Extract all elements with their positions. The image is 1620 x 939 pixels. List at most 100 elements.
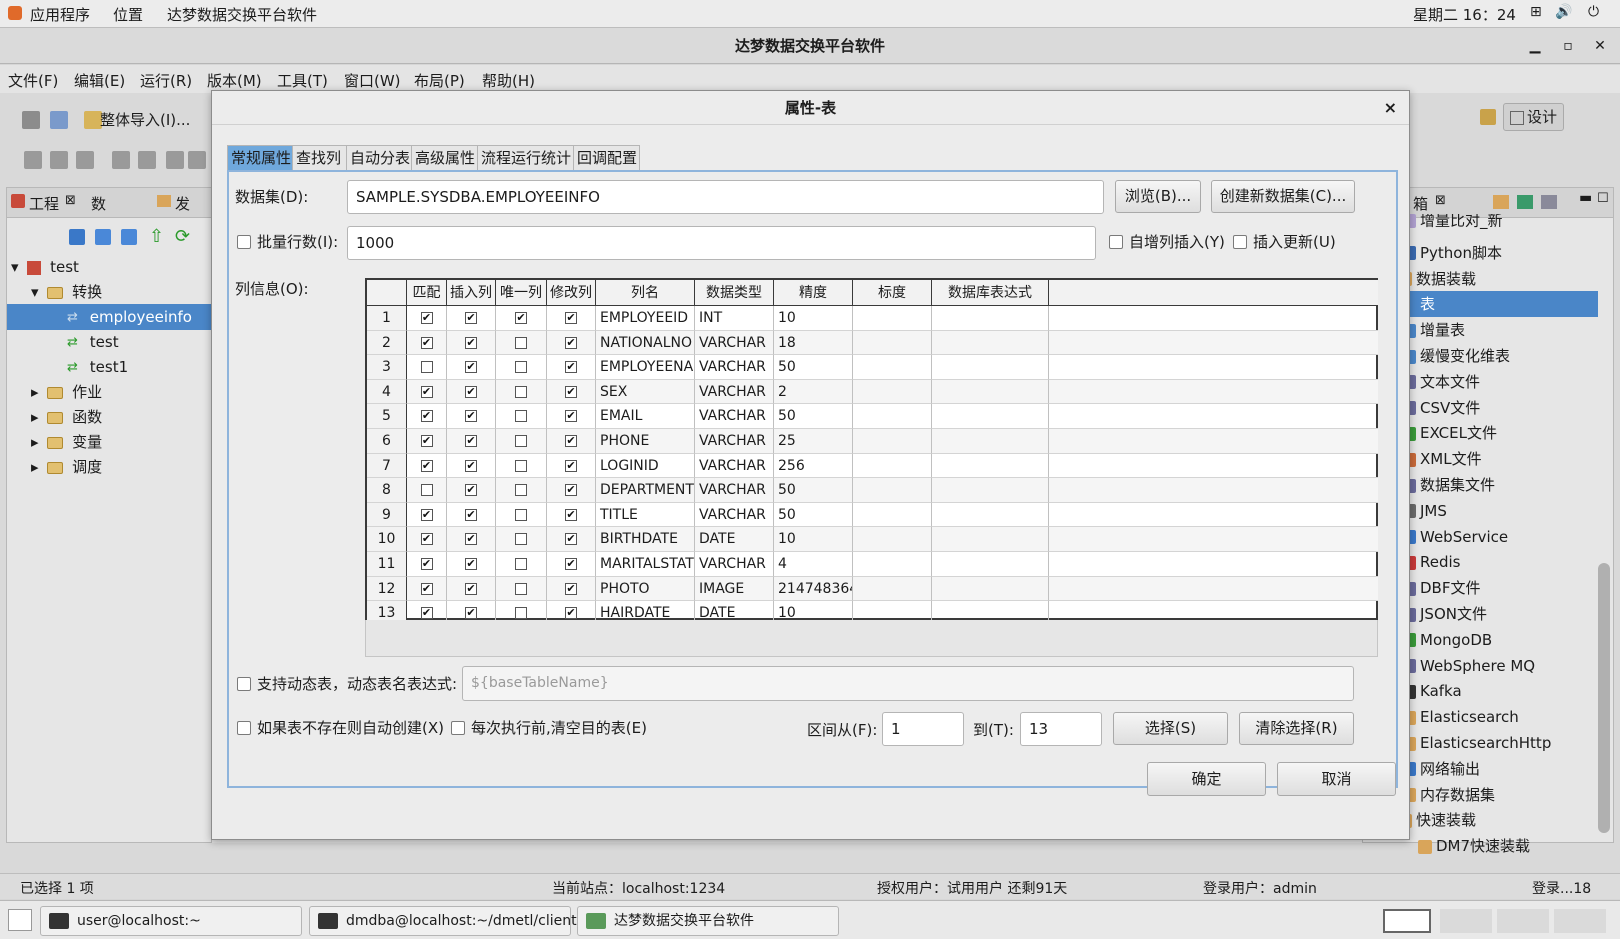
batch-rows-checkbox[interactable] xyxy=(237,234,251,249)
checked-icon[interactable]: ✔ xyxy=(465,435,477,447)
checked-icon[interactable]: ✔ xyxy=(465,336,477,349)
unchecked-icon[interactable] xyxy=(515,336,527,349)
cell-expr[interactable] xyxy=(932,527,1049,552)
cell-modify-checkbox[interactable]: ✔ xyxy=(547,404,596,429)
volume-icon[interactable]: 🔊 xyxy=(1555,4,1572,20)
cell-unique-checkbox[interactable] xyxy=(496,355,547,380)
checked-icon[interactable]: ✔ xyxy=(420,582,433,595)
cell-data-type[interactable]: VARCHAR xyxy=(695,502,774,528)
cell-data-type[interactable]: DATE xyxy=(695,527,774,552)
menu-window[interactable]: 窗口(W) xyxy=(344,70,401,91)
cell-insert-checkbox[interactable]: ✔ xyxy=(447,355,496,380)
cell-precision[interactable]: 2 xyxy=(774,379,853,405)
unchecked-icon[interactable] xyxy=(515,558,527,570)
header-data-type[interactable]: 数据类型 xyxy=(695,280,774,306)
checked-icon[interactable]: ✔ xyxy=(565,361,577,374)
upload-icon[interactable]: ⇧ xyxy=(149,226,164,247)
collapse-icon[interactable]: ▸ xyxy=(31,408,39,426)
cell-expr[interactable] xyxy=(932,306,1049,331)
checked-icon[interactable]: ✔ xyxy=(420,558,433,570)
dynamic-table-checkbox[interactable] xyxy=(237,676,251,691)
unchecked-icon[interactable] xyxy=(515,435,527,447)
cell-scale[interactable] xyxy=(853,576,932,602)
places-menu[interactable]: 位置 xyxy=(113,4,143,25)
row-number[interactable]: 10 xyxy=(367,527,407,552)
toolbox-item-websphere-mq[interactable]: WebSphere MQ xyxy=(1402,653,1535,679)
cell-column-name[interactable]: MARITALSTATI xyxy=(596,552,695,577)
checked-icon[interactable]: ✔ xyxy=(565,385,577,398)
checked-icon[interactable]: ✔ xyxy=(565,607,577,620)
close-icon[interactable]: × xyxy=(1384,91,1397,125)
apps-menu[interactable]: 应用程序 xyxy=(30,4,90,25)
checked-icon[interactable]: ✔ xyxy=(565,533,577,546)
cell-expr[interactable] xyxy=(932,502,1049,528)
toolbox-item-webservice[interactable]: WebService xyxy=(1402,524,1508,550)
minimize-panel-icon[interactable]: ▬ xyxy=(1579,190,1592,206)
cell-data-type[interactable]: VARCHAR xyxy=(695,478,774,503)
layout-icon[interactable] xyxy=(1480,109,1496,125)
checked-icon[interactable]: ✔ xyxy=(565,410,577,423)
toolbox-item-csv[interactable]: CSV文件 xyxy=(1402,395,1480,421)
checked-icon[interactable]: ✔ xyxy=(465,558,477,570)
task-dm-etl[interactable]: 达梦数据交换平台软件 xyxy=(577,906,839,936)
cell-column-name[interactable]: DEPARTMENT xyxy=(596,478,695,503)
cell-match-checkbox[interactable]: ✔ xyxy=(407,330,447,356)
cell-unique-checkbox[interactable] xyxy=(496,478,547,503)
checked-icon[interactable]: ✔ xyxy=(465,533,477,546)
cell-precision[interactable]: 256 xyxy=(774,453,853,479)
cell-match-checkbox[interactable]: ✔ xyxy=(407,453,447,479)
workspace-4[interactable] xyxy=(1554,909,1606,933)
toolbox-item-network-output[interactable]: 网络输出 xyxy=(1402,756,1480,782)
close-tab-icon[interactable]: ⊠ xyxy=(1435,193,1446,208)
apps-menu-icon[interactable] xyxy=(8,6,22,20)
align-middle-icon[interactable] xyxy=(138,151,156,169)
checked-icon[interactable]: ✔ xyxy=(465,459,477,472)
checked-icon[interactable]: ✔ xyxy=(420,312,433,324)
header-scale[interactable]: 标度 xyxy=(853,280,932,306)
checked-icon[interactable]: ✔ xyxy=(465,508,477,521)
tree-node-transform[interactable]: ▾ 转换 xyxy=(31,279,102,305)
checked-icon[interactable]: ✔ xyxy=(420,508,433,521)
cell-unique-checkbox[interactable] xyxy=(496,527,547,552)
cell-insert-checkbox[interactable]: ✔ xyxy=(447,330,496,356)
cell-expr[interactable] xyxy=(932,355,1049,380)
workspace-3[interactable] xyxy=(1497,909,1549,933)
clock[interactable]: 星期二 16：24 xyxy=(1413,4,1516,25)
toolbox-item-json[interactable]: JSON文件 xyxy=(1402,601,1487,627)
tab-publish[interactable]: 发 xyxy=(175,193,190,214)
cell-modify-checkbox[interactable]: ✔ xyxy=(547,453,596,479)
settings-icon[interactable] xyxy=(1541,195,1557,209)
cell-insert-checkbox[interactable]: ✔ xyxy=(447,306,496,331)
cell-modify-checkbox[interactable]: ✔ xyxy=(547,527,596,552)
cell-expr[interactable] xyxy=(932,478,1049,503)
batch-rows-field[interactable]: 1000 xyxy=(347,226,1096,260)
tree-node-functions[interactable]: ▸ 函数 xyxy=(31,404,102,430)
maximize-panel-icon[interactable]: ☐ xyxy=(1597,191,1609,206)
cell-precision[interactable]: 50 xyxy=(774,502,853,528)
show-desktop-icon[interactable] xyxy=(8,909,32,931)
auto-increment-checkbox[interactable] xyxy=(1109,234,1123,249)
tab-auto-partition[interactable]: 自动分表 xyxy=(346,145,412,171)
truncate-checkbox-row[interactable]: 每次执行前,清空目的表(E) xyxy=(451,718,647,738)
cell-match-checkbox[interactable]: ✔ xyxy=(407,379,447,405)
cell-data-type[interactable]: VARCHAR xyxy=(695,404,774,429)
cell-scale[interactable] xyxy=(853,478,932,503)
unchecked-icon[interactable] xyxy=(515,582,527,595)
checked-icon[interactable]: ✔ xyxy=(565,558,577,570)
ok-button[interactable]: 确定 xyxy=(1147,762,1266,796)
checked-icon[interactable]: ✔ xyxy=(465,312,477,324)
cell-scale[interactable] xyxy=(853,527,932,552)
range-from-field[interactable]: 1 xyxy=(882,712,964,746)
unchecked-icon[interactable] xyxy=(515,385,527,398)
header-modify[interactable]: 修改列 xyxy=(547,280,596,306)
row-number[interactable]: 2 xyxy=(367,330,407,356)
cell-insert-checkbox[interactable]: ✔ xyxy=(447,576,496,602)
collapse-icon[interactable]: ▸ xyxy=(31,383,39,401)
header-precision[interactable]: 精度 xyxy=(774,280,853,306)
new-project-icon[interactable] xyxy=(69,229,85,245)
create-dataset-button[interactable]: 创建新数据集(C)... xyxy=(1211,180,1355,213)
row-number[interactable]: 11 xyxy=(367,552,407,577)
checked-icon[interactable]: ✔ xyxy=(565,312,577,324)
cell-scale[interactable] xyxy=(853,330,932,356)
cell-insert-checkbox[interactable]: ✔ xyxy=(447,404,496,429)
